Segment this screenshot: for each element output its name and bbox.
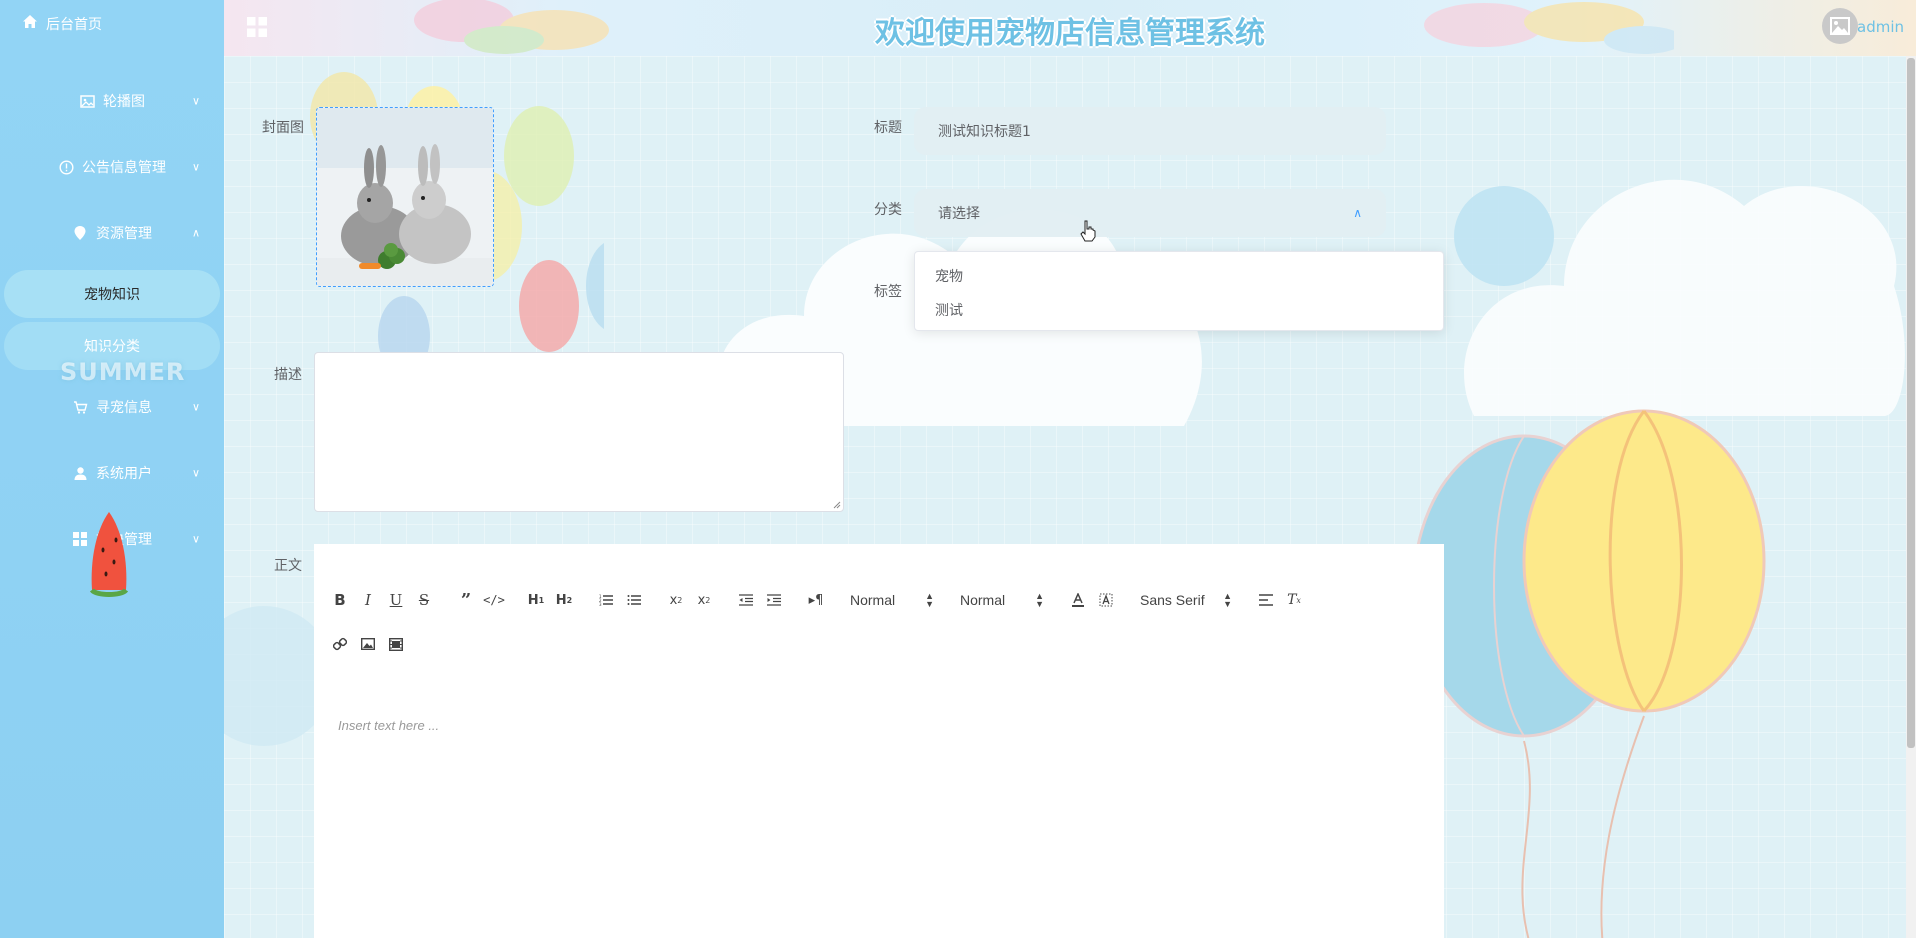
sidebar-subitem-label: 知识分类	[84, 339, 140, 355]
sidebar-item-label: 寻宠信息	[96, 400, 152, 416]
svg-text:3: 3	[599, 602, 602, 606]
header-select[interactable]: Normal ▲ ▼	[844, 588, 940, 612]
outdent-icon[interactable]	[732, 588, 760, 612]
chevron-down-icon: ∨	[191, 532, 200, 546]
rich-text-editor: B I U S ” </> H1 H2 123 x2 x2 ▸¶ Normal …	[314, 544, 1444, 938]
chevron-up-icon: ∧	[1353, 206, 1362, 220]
editor-placeholder[interactable]: Insert text here ...	[338, 718, 439, 733]
sidebar-home-label: 后台首页	[46, 17, 102, 33]
info-icon	[58, 159, 74, 175]
page-title: 欢迎使用宠物店信息管理系统	[875, 16, 1265, 51]
chevron-up-icon: ∧	[191, 226, 200, 240]
title-input[interactable]: 测试知识标题1	[914, 107, 1386, 155]
bold-icon[interactable]: B	[326, 588, 354, 612]
sidebar-subitem-label: 宠物知识	[84, 287, 140, 303]
image-placeholder-icon	[1830, 17, 1850, 35]
select-arrows-icon: ▲ ▼	[1223, 591, 1232, 609]
cover-image	[317, 108, 493, 286]
category-select[interactable]: 请选择 ∧	[914, 189, 1386, 237]
sidebar: 后台首页 轮播图 ∨ 公告信息管理 ∨ 资源管理 ∧ 宠物知识 知识分类 寻宠信…	[0, 0, 224, 938]
location-icon	[72, 225, 88, 241]
editor-toolbar: B I U S ” </> H1 H2 123 x2 x2 ▸¶ Normal …	[326, 578, 1432, 668]
cart-icon	[72, 399, 88, 415]
align-icon[interactable]	[1252, 588, 1280, 612]
chevron-down-icon: ∨	[191, 160, 200, 174]
select-arrows-icon: ▲ ▼	[925, 591, 934, 609]
text-direction-icon[interactable]: ▸¶	[802, 588, 830, 612]
cover-label: 封面图	[262, 120, 304, 136]
category-label: 分类	[874, 202, 902, 218]
header1-icon[interactable]: H1	[522, 588, 550, 612]
cover-image-upload[interactable]	[316, 107, 494, 287]
balloons-decoration	[1412, 409, 1766, 938]
ordered-list-icon[interactable]: 123	[592, 588, 620, 612]
home-icon	[22, 14, 38, 34]
font-select[interactable]: Sans Serif ▲ ▼	[1134, 588, 1238, 612]
dropdown-option[interactable]: 宠物	[915, 260, 1443, 294]
link-icon[interactable]	[326, 632, 354, 656]
select-arrows-icon: ▲ ▼	[1035, 591, 1044, 609]
sidebar-item-modules[interactable]: 模块管理 ∨	[0, 506, 224, 572]
title-label: 标题	[874, 120, 902, 136]
image-icon	[79, 93, 95, 109]
tags-label: 标签	[874, 284, 902, 300]
sidebar-item-system-users[interactable]: 系统用户 ∨	[0, 440, 224, 506]
body-label: 正文	[274, 558, 302, 574]
chevron-down-icon: ∨	[191, 466, 200, 480]
top-header: 欢迎使用宠物店信息管理系统 admin	[224, 0, 1916, 56]
sidebar-item-label: 公告信息管理	[82, 160, 166, 176]
description-label: 描述	[274, 367, 302, 383]
sidebar-item-label: 系统用户	[96, 466, 152, 482]
sidebar-item-label: 模块管理	[96, 532, 152, 548]
image-insert-icon[interactable]	[354, 632, 382, 656]
category-dropdown: 宠物 测试	[914, 251, 1444, 331]
sidebar-item-pet-search[interactable]: 寻宠信息 ∨	[0, 374, 224, 440]
sidebar-item-carousel[interactable]: 轮播图 ∨	[0, 68, 224, 134]
strikethrough-icon[interactable]: S	[410, 588, 438, 612]
hand-cursor-icon	[1080, 220, 1096, 242]
dropdown-option[interactable]: 测试	[915, 294, 1443, 328]
superscript-icon[interactable]: x2	[690, 588, 718, 612]
description-textarea[interactable]	[314, 352, 844, 512]
underline-icon[interactable]: U	[382, 588, 410, 612]
indent-icon[interactable]	[760, 588, 788, 612]
sidebar-home[interactable]: 后台首页	[0, 0, 224, 48]
chevron-down-icon: ∨	[191, 94, 200, 108]
avatar[interactable]	[1822, 8, 1858, 44]
sidebar-item-label: 轮播图	[103, 94, 145, 110]
header2-icon[interactable]: H2	[550, 588, 578, 612]
user-name[interactable]: admin	[1857, 18, 1904, 36]
code-block-icon[interactable]: </>	[480, 588, 508, 612]
title-input-value: 测试知识标题1	[938, 124, 1031, 140]
blockquote-icon[interactable]: ”	[452, 588, 480, 612]
chevron-down-icon: ∨	[191, 400, 200, 414]
page-scrollbar[interactable]	[1906, 56, 1916, 938]
grid-icon	[72, 531, 88, 547]
font-select-value: Sans Serif	[1140, 592, 1205, 608]
resize-handle-icon[interactable]	[833, 501, 841, 509]
sidebar-item-notice[interactable]: 公告信息管理 ∨	[0, 134, 224, 200]
bullet-list-icon[interactable]	[620, 588, 648, 612]
background-color-icon[interactable]	[1092, 588, 1120, 612]
sidebar-subitem-knowledge-category[interactable]: 知识分类	[4, 322, 220, 370]
sidebar-subitem-pet-knowledge[interactable]: 宠物知识	[4, 270, 220, 318]
video-insert-icon[interactable]	[382, 632, 410, 656]
user-icon	[72, 465, 88, 481]
header-select-value: Normal	[850, 592, 896, 608]
sidebar-item-label: 资源管理	[96, 226, 152, 242]
scrollbar-thumb[interactable]	[1907, 58, 1915, 748]
clear-format-icon[interactable]: Tx	[1280, 588, 1308, 612]
italic-icon[interactable]: I	[354, 588, 382, 612]
category-select-placeholder: 请选择	[938, 206, 980, 222]
sidebar-item-resource[interactable]: 资源管理 ∧	[0, 200, 224, 266]
cloud-decoration	[1454, 179, 1905, 416]
size-select-value: Normal	[960, 592, 1006, 608]
size-select[interactable]: Normal ▲ ▼	[954, 588, 1050, 612]
text-color-icon[interactable]	[1064, 588, 1092, 612]
subscript-icon[interactable]: x2	[662, 588, 690, 612]
